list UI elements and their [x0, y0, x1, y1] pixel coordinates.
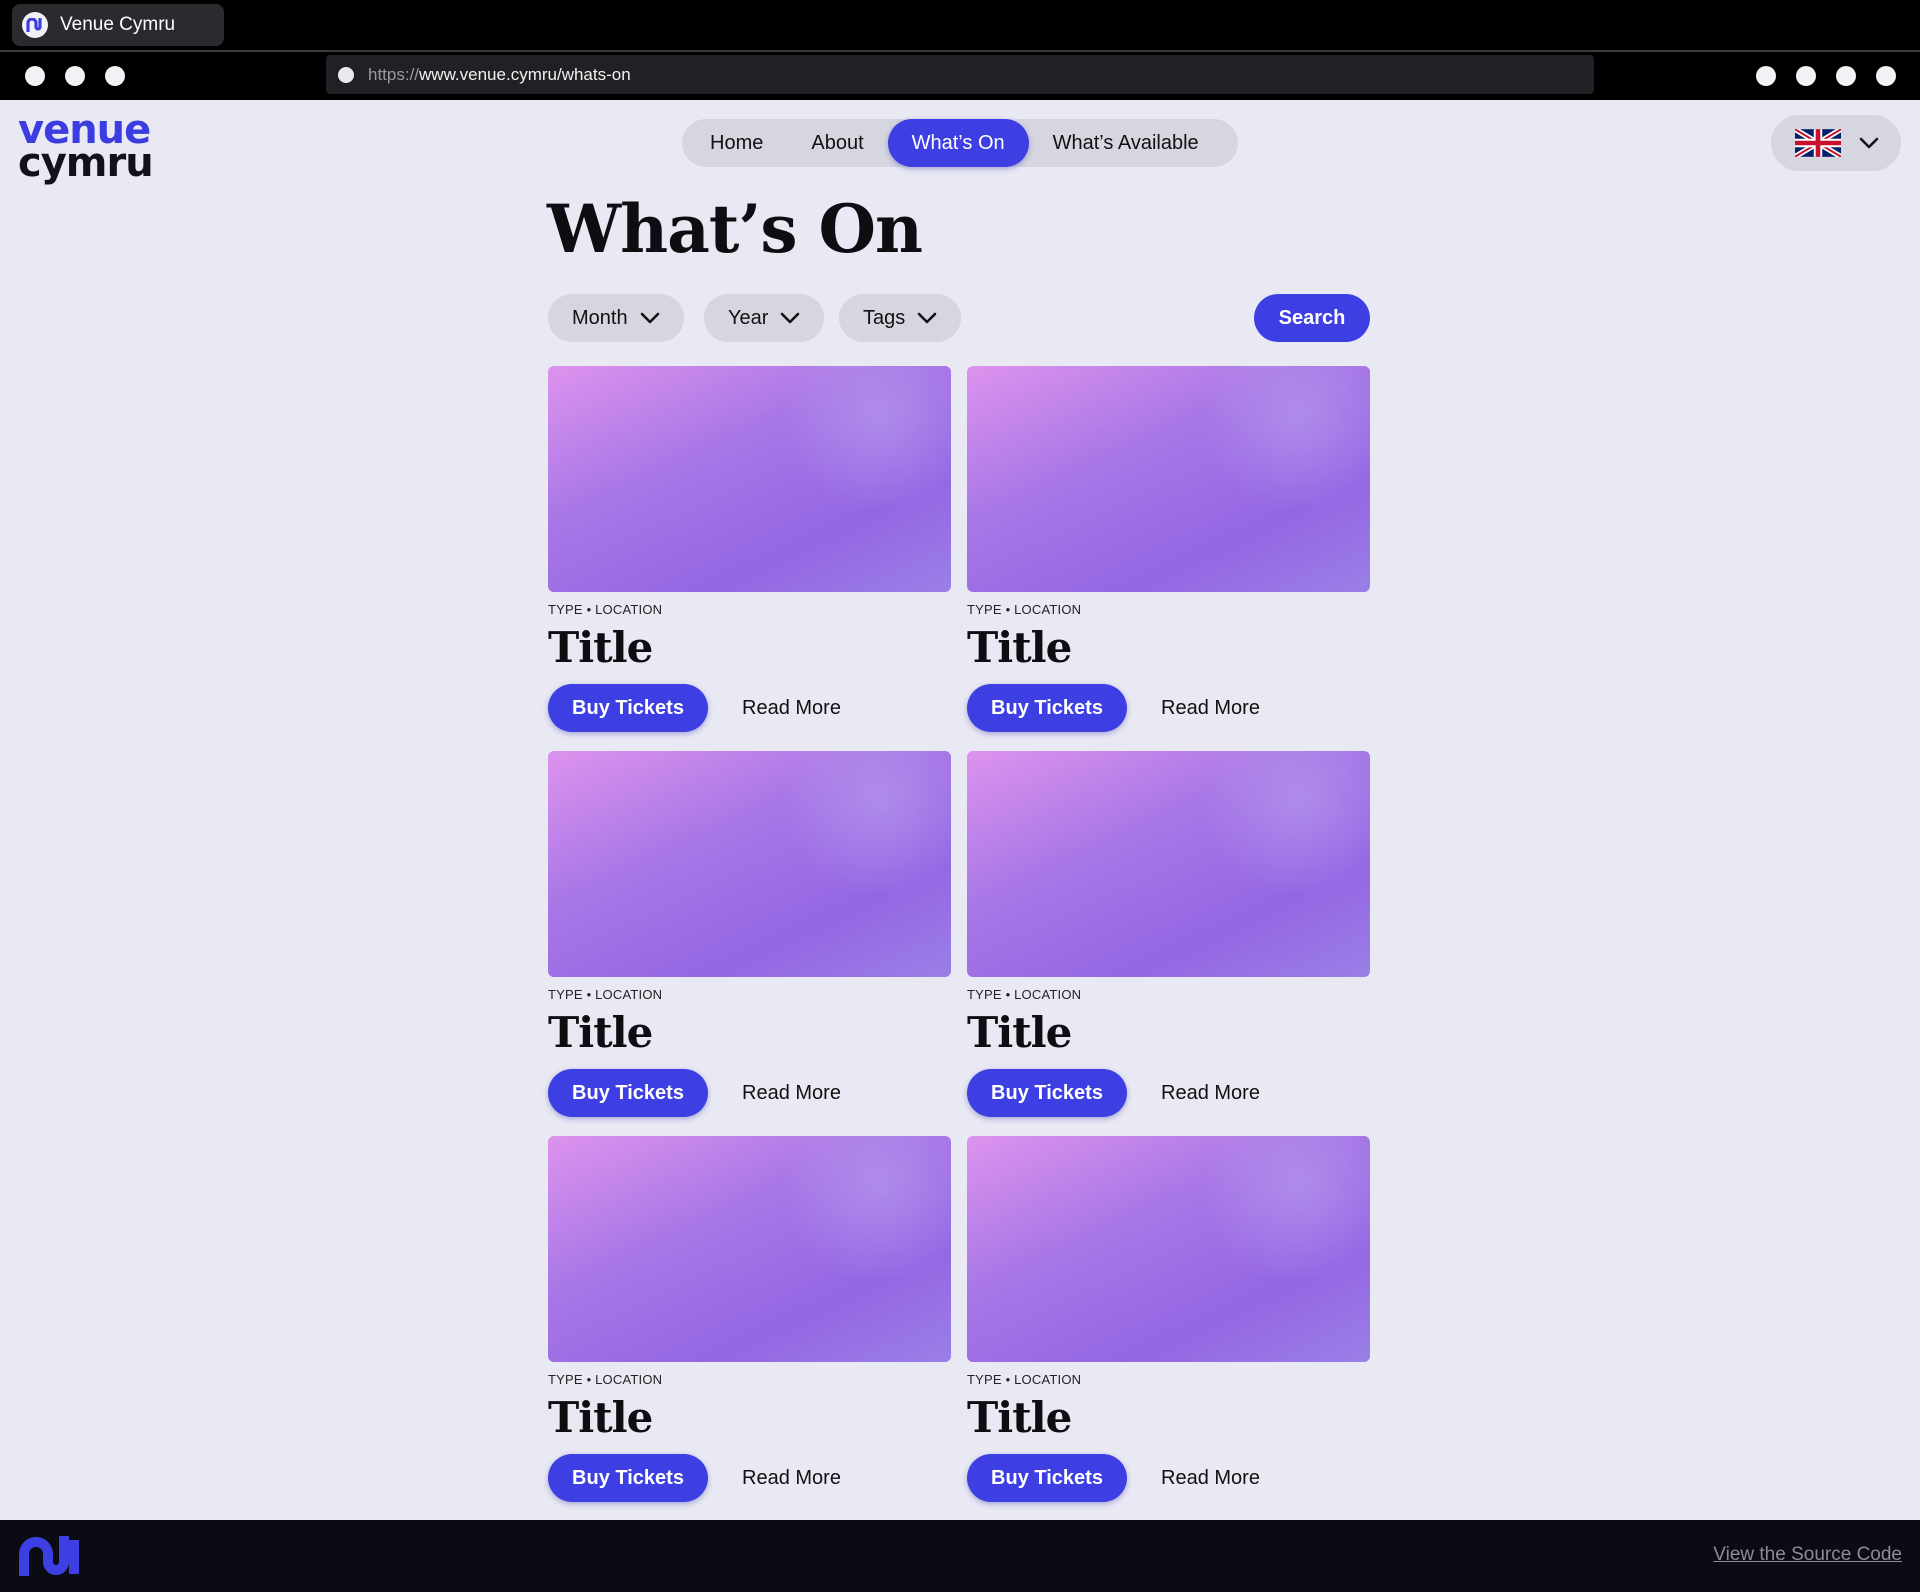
event-card: TYPE • LOCATION Title Buy Tickets Read M… [967, 366, 1370, 736]
buy-tickets-button[interactable]: Buy Tickets [967, 1454, 1127, 1502]
read-more-link[interactable]: Read More [742, 1082, 841, 1105]
site-logo[interactable]: venue cymru [18, 110, 154, 186]
browser-tab-bar: Venue Cymru [0, 0, 1920, 50]
event-image[interactable] [548, 366, 951, 592]
language-selector[interactable] [1771, 115, 1901, 171]
buy-tickets-button[interactable]: Buy Tickets [548, 1069, 708, 1117]
url-text: https://www.venue.cymru/whats-on [368, 64, 631, 84]
chevron-down-icon [781, 312, 800, 324]
event-meta: TYPE • LOCATION [548, 1372, 663, 1387]
buy-tickets-button[interactable]: Buy Tickets [548, 684, 708, 732]
event-image[interactable] [548, 751, 951, 977]
tab-title: Venue Cymru [60, 14, 176, 35]
uk-flag-icon [1795, 129, 1841, 157]
tags-filter-dropdown[interactable]: Tags [839, 294, 962, 342]
toolbar-dot-icon[interactable] [1836, 66, 1856, 86]
toolbar-dot-icon[interactable] [1756, 66, 1776, 86]
page-title: What’s On [547, 190, 923, 268]
read-more-link[interactable]: Read More [1161, 1082, 1260, 1105]
chevron-down-icon [1859, 137, 1879, 149]
event-card: TYPE • LOCATION Title Buy Tickets Read M… [967, 1136, 1370, 1506]
buy-tickets-button[interactable]: Buy Tickets [967, 684, 1127, 732]
browser-tab[interactable]: Venue Cymru [12, 4, 224, 46]
event-title: Title [967, 623, 1072, 672]
event-meta: TYPE • LOCATION [967, 987, 1082, 1002]
buy-tickets-button[interactable]: Buy Tickets [967, 1069, 1127, 1117]
event-meta: TYPE • LOCATION [967, 602, 1082, 617]
url-field[interactable]: https://www.venue.cymru/whats-on [326, 55, 1594, 94]
event-card: TYPE • LOCATION Title Buy Tickets Read M… [548, 751, 951, 1121]
tags-filter-label: Tags [863, 306, 906, 329]
site-favicon-icon [22, 12, 48, 38]
nav-item-home[interactable]: Home [686, 119, 787, 167]
event-meta: TYPE • LOCATION [967, 1372, 1082, 1387]
window-control-dot-icon[interactable] [25, 66, 45, 86]
year-filter-dropdown[interactable]: Year [704, 294, 825, 342]
chevron-down-icon [917, 312, 937, 324]
event-card: TYPE • LOCATION Title Buy Tickets Read M… [967, 751, 1370, 1121]
read-more-link[interactable]: Read More [1161, 697, 1260, 720]
logo-cymru: cymru [18, 139, 154, 186]
event-meta: TYPE • LOCATION [548, 987, 663, 1002]
read-more-link[interactable]: Read More [742, 1467, 841, 1490]
event-image[interactable] [967, 1136, 1370, 1362]
site-footer: View the Source Code [0, 1520, 1920, 1592]
event-image[interactable] [548, 1136, 951, 1362]
event-card: TYPE • LOCATION Title Buy Tickets Read M… [548, 1136, 951, 1506]
event-meta: TYPE • LOCATION [548, 602, 663, 617]
read-more-link[interactable]: Read More [742, 697, 841, 720]
event-card: TYPE • LOCATION Title Buy Tickets Read M… [548, 366, 951, 736]
event-image[interactable] [967, 751, 1370, 977]
nu-logo-icon[interactable] [18, 1536, 86, 1576]
window-control-dot-icon[interactable] [105, 66, 125, 86]
nav-item-whats-available[interactable]: What’s Available [1029, 119, 1223, 167]
site-info-icon[interactable] [338, 66, 354, 83]
read-more-link[interactable]: Read More [1161, 1467, 1260, 1490]
toolbar-dot-icon[interactable] [1876, 66, 1896, 86]
event-title: Title [548, 1393, 653, 1442]
event-image[interactable] [967, 366, 1370, 592]
month-filter-label: Month [572, 306, 628, 329]
nav-item-about[interactable]: About [787, 119, 887, 167]
toolbar-dot-icon[interactable] [1796, 66, 1816, 86]
event-title: Title [548, 1008, 653, 1057]
main-nav: Home About What’s On What’s Available [682, 119, 1238, 167]
event-title: Title [548, 623, 653, 672]
nav-item-whats-on[interactable]: What’s On [887, 119, 1029, 167]
year-filter-label: Year [728, 306, 769, 329]
chevron-down-icon [640, 312, 659, 324]
buy-tickets-button[interactable]: Buy Tickets [548, 1454, 708, 1502]
event-title: Title [967, 1008, 1072, 1057]
browser-address-bar: https://www.venue.cymru/whats-on [0, 52, 1920, 100]
event-title: Title [967, 1393, 1072, 1442]
search-button[interactable]: Search [1254, 294, 1370, 342]
view-source-code-link[interactable]: View the Source Code [1713, 1544, 1902, 1566]
window-control-dot-icon[interactable] [65, 66, 85, 86]
month-filter-dropdown[interactable]: Month [548, 294, 684, 342]
